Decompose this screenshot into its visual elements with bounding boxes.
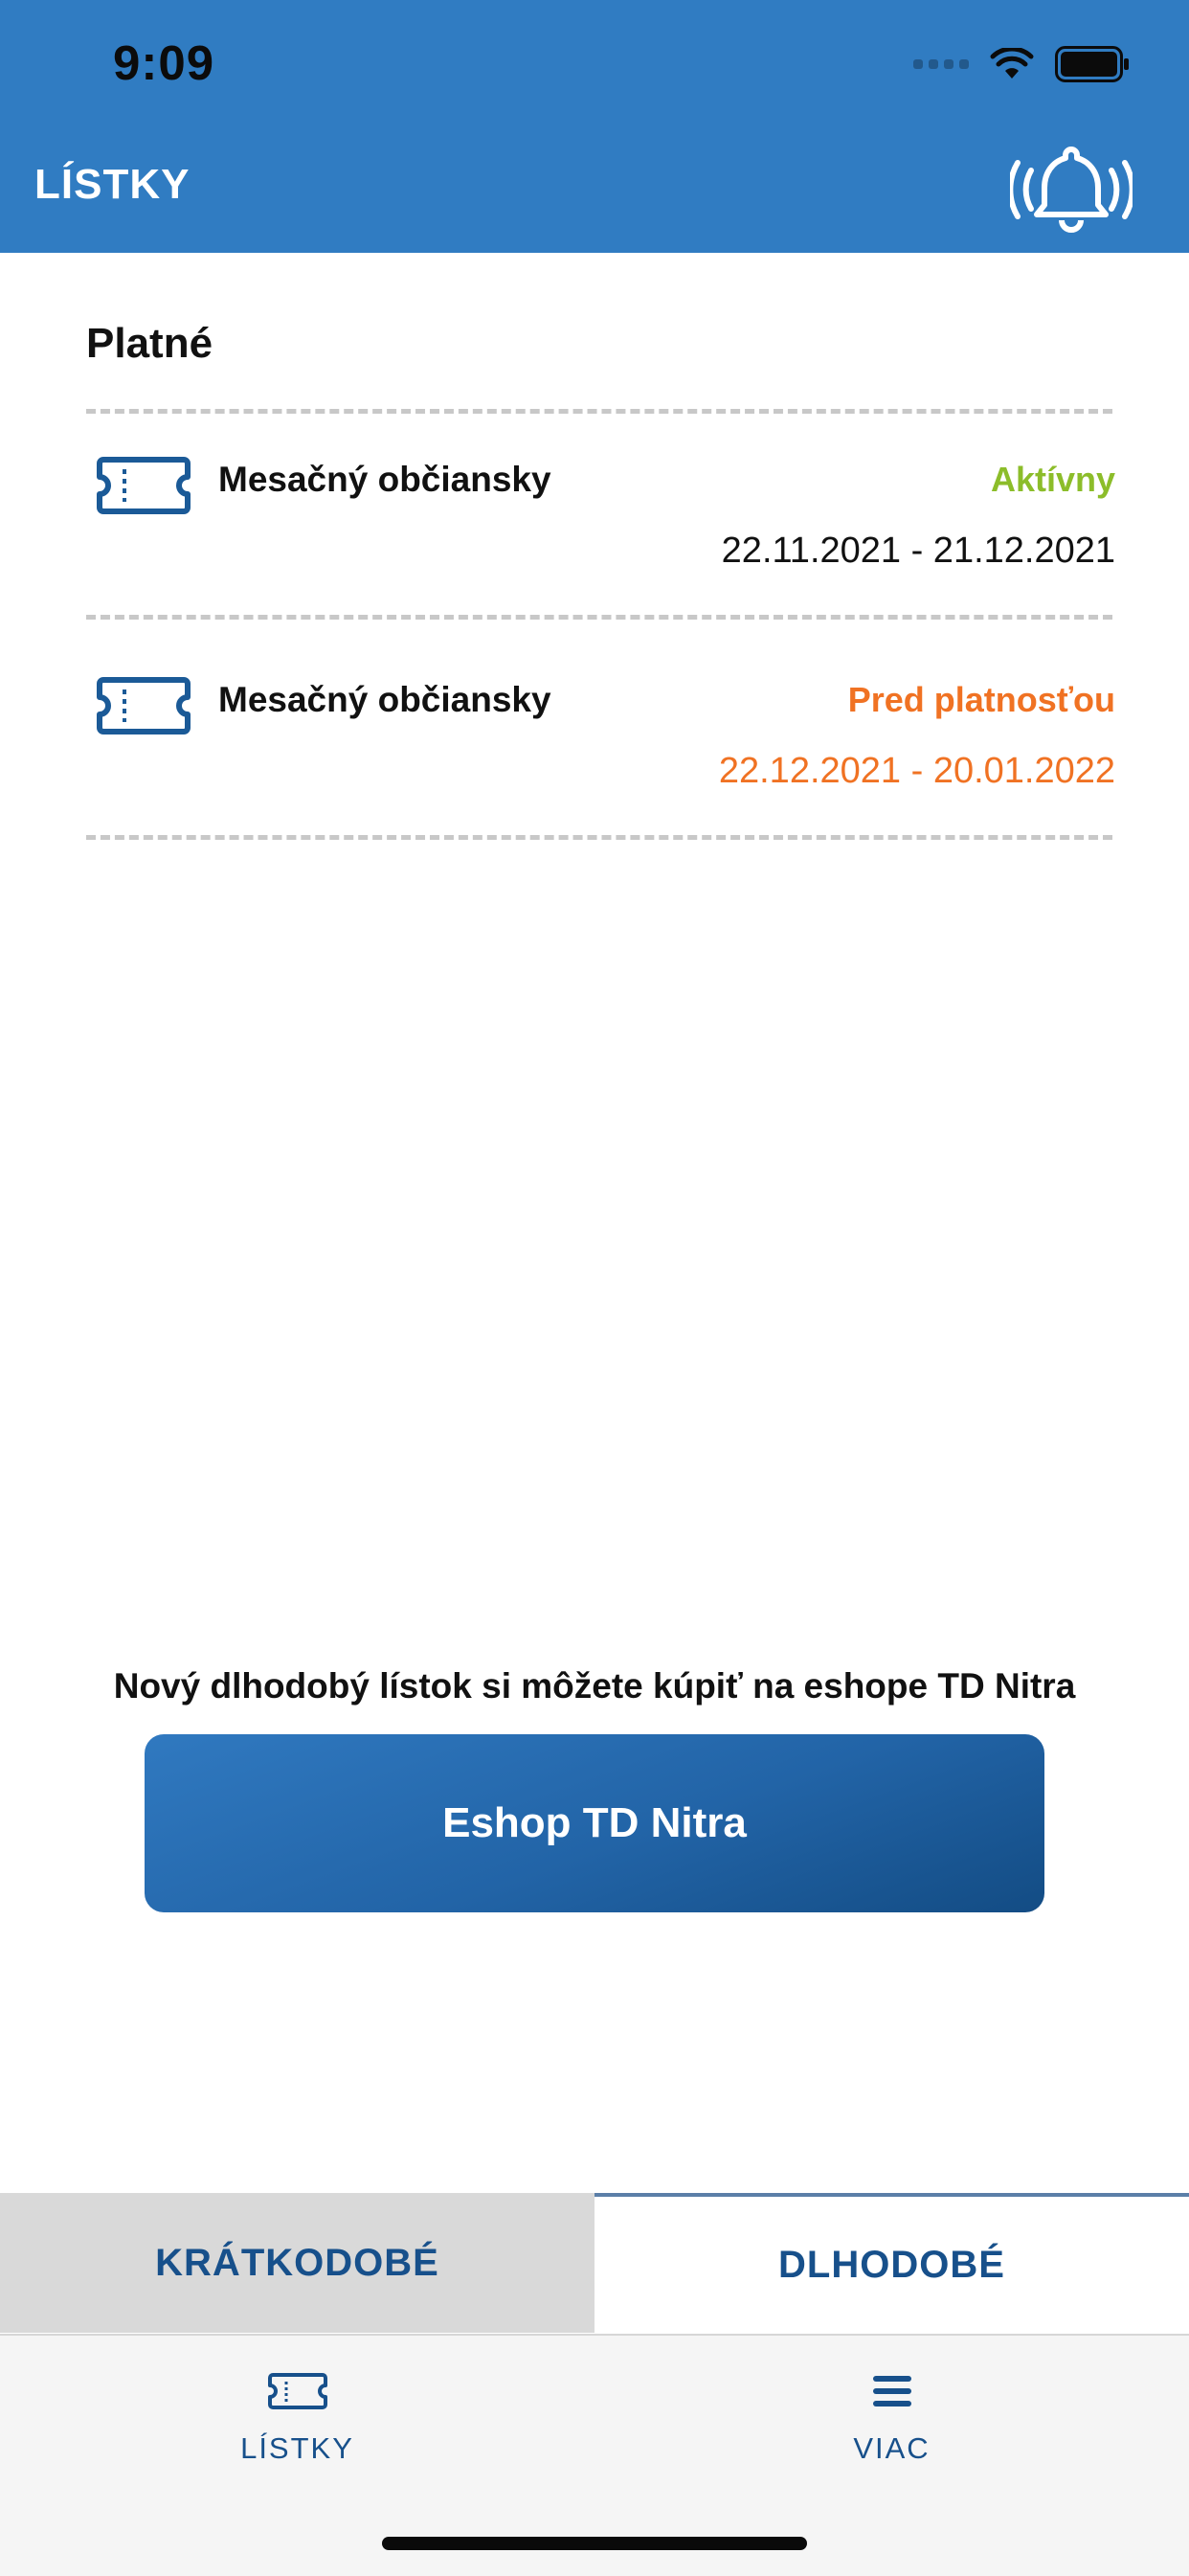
notifications-button[interactable] [1007,142,1135,237]
wifi-icon [990,48,1034,80]
ticket-status: Pred platnosťou [847,680,1115,719]
ticket-row[interactable]: Mesačný občiansky Pred platnosťou 22.12.… [86,670,1115,862]
ticket-icon [96,676,191,740]
bell-ringing-icon [1007,147,1135,233]
tab-long-term[interactable]: DLHODOBÉ [594,2193,1189,2333]
divider [86,835,1112,840]
tab-bar-label: VIAC [853,2431,931,2465]
eshop-promo-text: Nový dlhodobý lístok si môžete kúpiť na … [113,1666,1076,1706]
status-indicators [913,42,1130,86]
status-time: 9:09 [113,35,215,90]
ticket-icon [267,2372,327,2415]
divider [86,409,1112,414]
battery-icon [1055,46,1130,82]
tab-bar-item-tickets[interactable]: LÍSTKY [0,2372,594,2487]
tab-bar-item-more[interactable]: VIAC [594,2372,1189,2487]
cellular-signal-icon [913,59,969,69]
tab-bar-label: LÍSTKY [240,2431,354,2465]
tab-short-term[interactable]: KRÁTKODOBÉ [0,2193,594,2333]
top-bar: 9:09 LÍSTKY [0,0,1189,253]
ticket-icon [96,456,191,520]
section-title-valid: Platné [86,320,213,367]
ticket-validity-dates: 22.11.2021 - 21.12.2021 [721,531,1115,571]
home-indicator [382,2537,807,2550]
divider [86,615,1112,620]
ticket-status: Aktívny [990,460,1115,499]
page-title: LÍSTKY [34,161,191,208]
ticket-name: Mesačný občiansky [218,680,551,719]
ticket-row[interactable]: Mesačný občiansky Aktívny 22.11.2021 - 2… [86,450,1115,642]
ticket-validity-dates: 22.12.2021 - 20.01.2022 [718,751,1115,791]
ticket-name: Mesačný občiansky [218,460,551,499]
menu-icon [871,2372,913,2415]
eshop-button[interactable]: Eshop TD Nitra [145,1734,1044,1912]
